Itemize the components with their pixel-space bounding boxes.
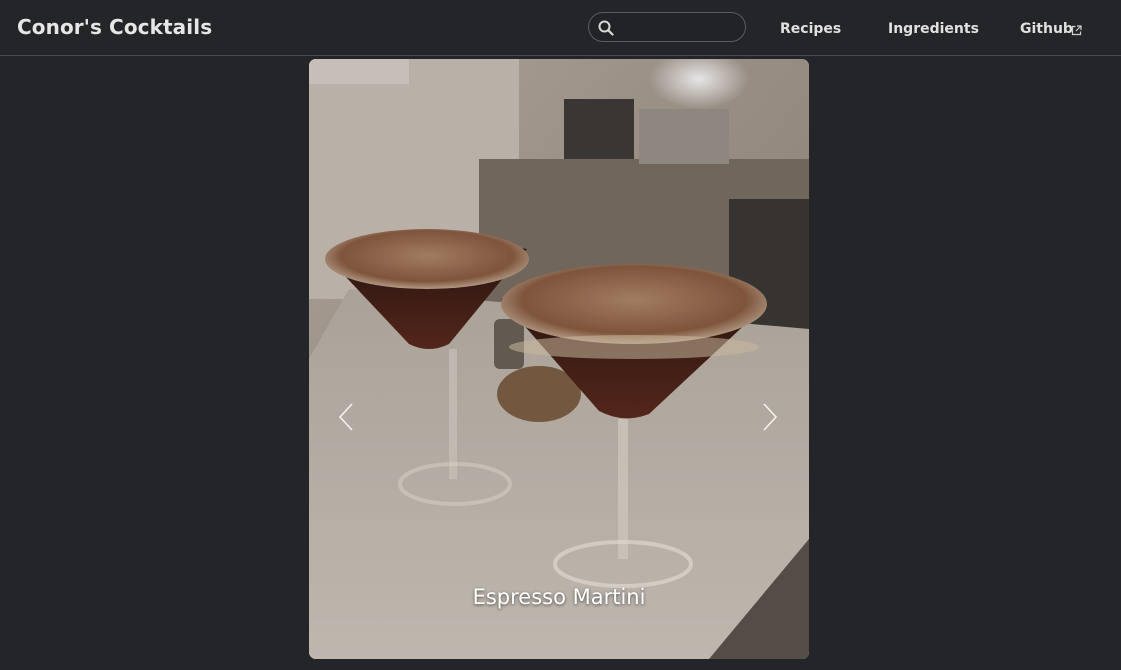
- carousel: [309, 59, 809, 659]
- nav-link-recipes[interactable]: Recipes: [780, 21, 841, 37]
- navbar: Conor's Cocktails Recipes Ingredients Gi…: [0, 0, 1121, 56]
- carousel-caption: Espresso Martini: [472, 585, 646, 609]
- cocktail-photo: [309, 59, 809, 659]
- nav-link-ingredients[interactable]: Ingredients: [888, 21, 979, 37]
- chevron-left-icon[interactable]: [338, 402, 354, 432]
- external-link-icon: [1071, 25, 1082, 36]
- search-box[interactable]: [588, 12, 746, 42]
- chevron-right-icon[interactable]: [762, 402, 778, 432]
- nav-link-github[interactable]: Github: [1020, 21, 1073, 37]
- search-input[interactable]: [619, 17, 741, 39]
- brand-title[interactable]: Conor's Cocktails: [17, 15, 212, 39]
- search-icon: [598, 20, 614, 36]
